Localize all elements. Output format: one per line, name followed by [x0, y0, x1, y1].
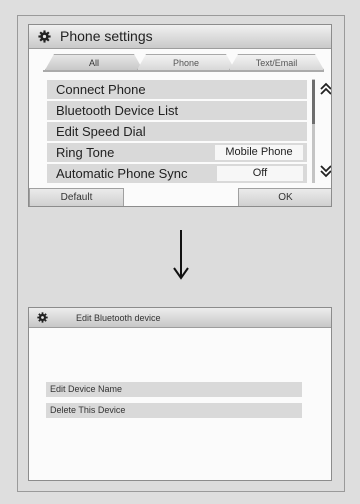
- ok-button[interactable]: OK: [238, 188, 331, 206]
- tab-divider: [43, 70, 324, 72]
- chevron-double-up-icon[interactable]: [320, 82, 332, 96]
- menu-item-label: Edit Speed Dial: [56, 124, 146, 139]
- option-label: Edit Device Name: [50, 384, 123, 394]
- menu-item-automatic-phone-sync[interactable]: Automatic Phone Sync Off: [47, 164, 307, 183]
- default-button[interactable]: Default: [29, 188, 124, 206]
- option-edit-device-name[interactable]: Edit Device Name: [46, 382, 302, 397]
- scrollbar-thumb[interactable]: [312, 80, 315, 124]
- arrow-down-icon: [173, 230, 189, 280]
- page-title: Phone settings: [60, 28, 153, 44]
- ring-tone-value: Mobile Phone: [215, 145, 303, 160]
- option-delete-this-device[interactable]: Delete This Device: [46, 403, 302, 418]
- menu-item-label: Ring Tone: [56, 145, 115, 160]
- chevron-double-down-icon[interactable]: [320, 164, 332, 178]
- menu-item-connect-phone[interactable]: Connect Phone: [47, 80, 307, 99]
- gear-icon: [38, 30, 51, 43]
- tab-phone[interactable]: Phone: [137, 54, 235, 70]
- tab-bar: All Phone Text/Email: [43, 54, 324, 70]
- phone-settings-screen: Phone settings All Phone Text/Email Conn…: [28, 24, 332, 207]
- title-bar: Edit Bluetooth device: [29, 308, 331, 328]
- title-bar: Phone settings: [29, 25, 331, 49]
- menu-item-label: Automatic Phone Sync: [56, 166, 188, 181]
- page-title: Edit Bluetooth device: [76, 313, 161, 323]
- menu-item-edit-speed-dial[interactable]: Edit Speed Dial: [47, 122, 307, 141]
- menu-item-bluetooth-device-list[interactable]: Bluetooth Device List: [47, 101, 307, 120]
- phone-sync-value: Off: [217, 166, 303, 181]
- edit-bluetooth-device-screen: Edit Bluetooth device Edit Device Name D…: [28, 307, 332, 481]
- tab-text-email[interactable]: Text/Email: [229, 54, 324, 70]
- option-label: Delete This Device: [50, 405, 126, 415]
- menu-item-label: Connect Phone: [56, 82, 146, 97]
- menu-item-label: Bluetooth Device List: [56, 103, 179, 118]
- menu-item-ring-tone[interactable]: Ring Tone Mobile Phone: [47, 143, 307, 162]
- gear-icon: [37, 312, 48, 323]
- tab-all[interactable]: All: [45, 54, 143, 70]
